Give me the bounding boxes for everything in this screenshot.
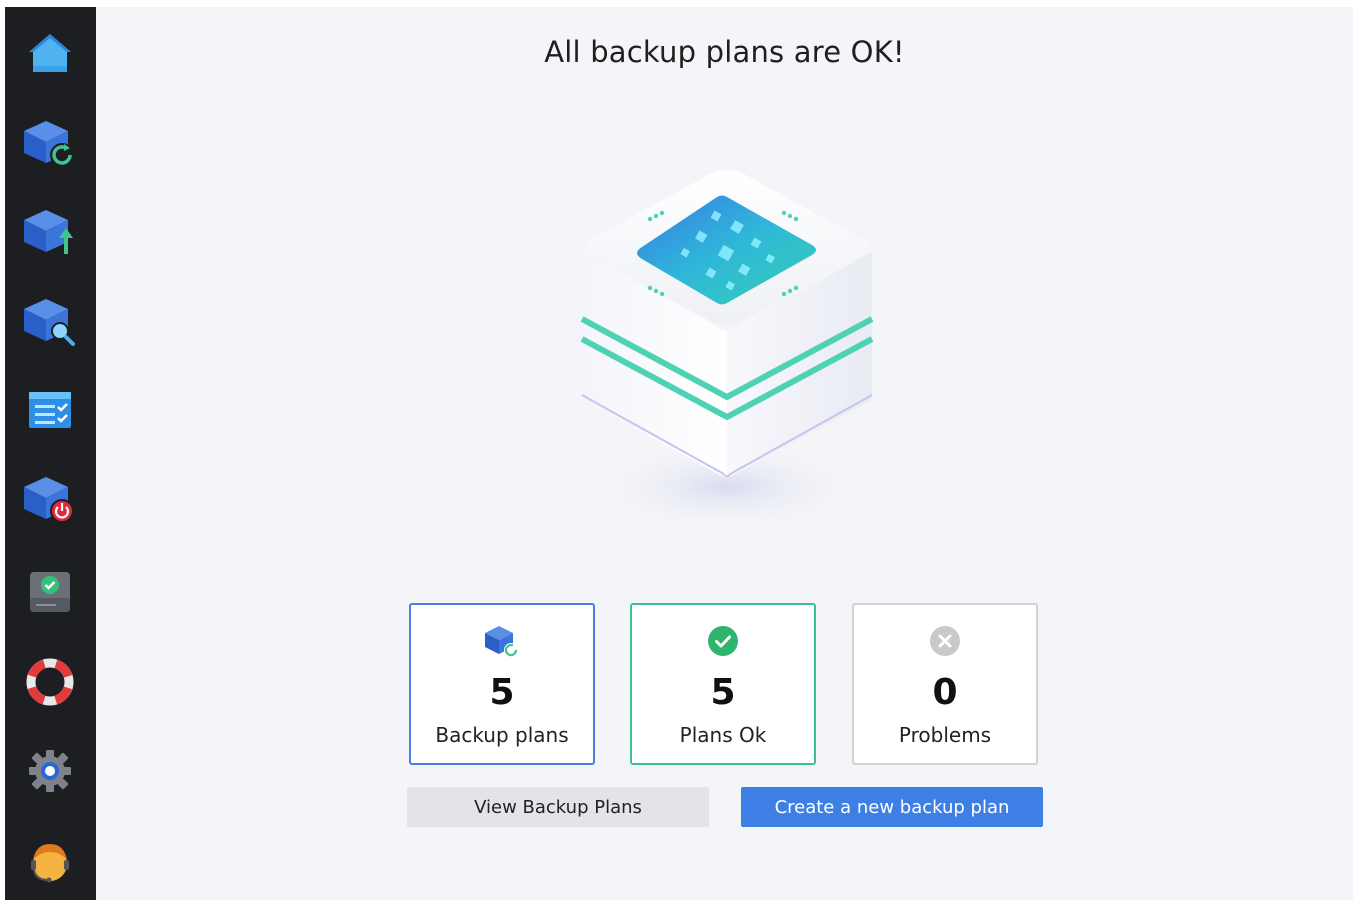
view-backup-plans-button[interactable]: View Backup Plans	[407, 787, 709, 827]
page-title: All backup plans are OK!	[544, 35, 905, 69]
problems-label: Problems	[898, 723, 992, 747]
backup-sync-icon	[24, 121, 74, 167]
nav-home[interactable]	[21, 25, 79, 83]
nav-restore[interactable]	[21, 203, 79, 261]
task-list-icon	[29, 392, 71, 428]
drive-check-icon	[30, 572, 70, 612]
gear-icon	[29, 750, 71, 792]
nav-settings[interactable]	[21, 742, 79, 800]
nav-explore[interactable]	[21, 292, 79, 350]
check-circle-icon	[708, 626, 738, 656]
backup-power-icon	[24, 477, 74, 523]
backup-upload-icon	[24, 210, 73, 254]
home-icon	[29, 34, 71, 72]
nav-drive[interactable]	[21, 563, 79, 621]
problems-card[interactable]: 0 Problems	[852, 603, 1038, 765]
nav-support[interactable]	[21, 833, 79, 891]
backup-plans-count: 5	[489, 672, 515, 713]
backup-plans-card[interactable]: 5 Backup plans	[409, 603, 595, 765]
nav-shutdown[interactable]	[21, 470, 79, 528]
nav-help[interactable]	[21, 653, 79, 711]
sidebar	[5, 7, 96, 900]
lifebuoy-icon	[26, 658, 74, 706]
backup-plans-label: Backup plans	[435, 723, 569, 747]
support-agent-icon	[31, 844, 69, 883]
nav-tasks[interactable]	[21, 381, 79, 439]
backup-search-icon	[24, 299, 75, 346]
backup-plan-icon	[485, 626, 518, 657]
plans-ok-card[interactable]: 5 Plans Ok	[630, 603, 816, 765]
main-panel: All backup plans are OK! 5 Backup plans …	[96, 7, 1353, 900]
plans-ok-count: 5	[710, 672, 736, 713]
backup-device-illustration	[562, 157, 892, 547]
problems-count: 0	[932, 672, 958, 713]
create-backup-plan-button[interactable]: Create a new backup plan	[741, 787, 1043, 827]
plans-ok-label: Plans Ok	[679, 723, 767, 747]
x-circle-icon	[930, 626, 960, 656]
nav-backup[interactable]	[21, 114, 79, 172]
